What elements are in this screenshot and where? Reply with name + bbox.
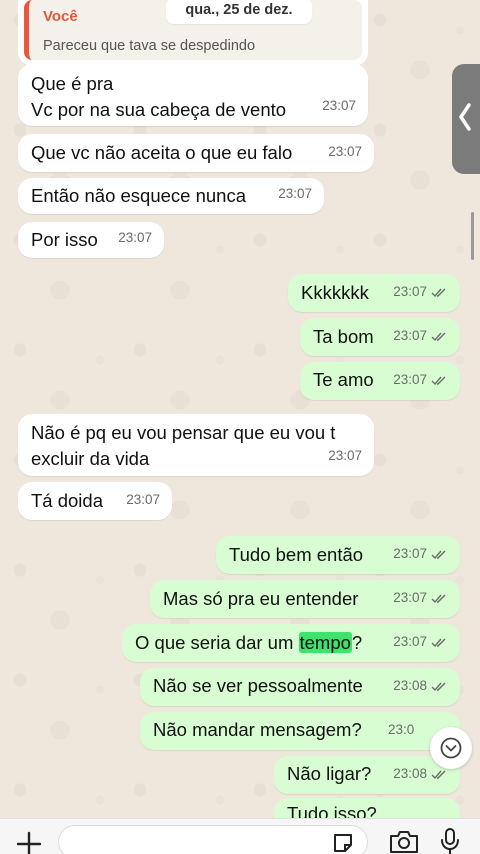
message-text: Ta bom — [313, 326, 374, 347]
message-time: 23:07 — [393, 328, 427, 343]
message-outgoing[interactable]: Kkkkkkk 23:07 — [288, 274, 460, 312]
scroll-to-bottom-button[interactable] — [430, 727, 472, 769]
message-time: 23:07 — [393, 590, 427, 605]
message-incoming[interactable]: Não é pq eu vou pensar que eu vou t excl… — [18, 414, 374, 476]
message-time: 23:07 — [393, 284, 427, 299]
message-outgoing[interactable]: O que seria dar um tempo? 23:07 — [122, 624, 460, 662]
message-time: 23:07 — [393, 634, 427, 649]
message-time: 23:08 — [393, 678, 427, 693]
chevron-left-icon — [459, 103, 471, 131]
message-time: 23:07 — [118, 230, 152, 245]
message-text: Tudo bem então — [229, 544, 364, 565]
message-text: excluir da vida — [31, 448, 150, 469]
double-check-icon — [431, 376, 446, 385]
message-text: Que é pra — [31, 73, 114, 94]
sticker-icon[interactable] — [331, 831, 355, 854]
message-text: Tá doida — [31, 490, 103, 511]
message-incoming[interactable]: Que vc não aceita o que eu falo 23:07 — [18, 134, 374, 172]
double-check-icon — [431, 638, 446, 647]
date-chip: qua., 25 de dez. — [166, 0, 312, 24]
message-input[interactable] — [58, 825, 368, 854]
message-text: O que seria dar um tempo? — [135, 631, 362, 655]
quote-text: Pareceu que tava se despedindo — [43, 38, 256, 54]
message-text: Vc por na sua cabeça de vento — [31, 99, 287, 120]
message-time: 23:07 — [322, 98, 356, 113]
message-text: Que vc não aceita o que eu falo — [31, 142, 293, 163]
message-text: Por isso — [31, 229, 98, 250]
message-text: Não se ver pessoalmente — [153, 675, 363, 696]
message-text: Kkkkkkk — [301, 282, 369, 303]
quote-author: Você — [43, 8, 78, 25]
message-time: 23:07 — [126, 492, 160, 507]
message-outgoing[interactable]: Mas só pra eu entender 23:07 — [150, 580, 460, 618]
camera-icon[interactable] — [388, 829, 420, 854]
message-incoming[interactable]: Por isso 23:07 — [18, 222, 164, 258]
message-text: Então não esquece nunca — [31, 185, 246, 206]
chat-area[interactable]: Você Pareceu que tava se despedindo qua.… — [0, 0, 480, 854]
message-outgoing[interactable]: Ta bom 23:07 — [300, 318, 460, 356]
message-input-bar — [0, 818, 480, 854]
message-time: 23:07 — [393, 546, 427, 561]
message-time: 23:07 — [328, 448, 362, 463]
double-check-icon — [431, 288, 446, 297]
message-incoming[interactable]: Que é pra Vc por na sua cabeça de vento … — [18, 64, 368, 126]
double-check-icon — [431, 332, 446, 341]
side-panel-handle[interactable] — [452, 64, 480, 174]
message-outgoing[interactable]: Não ligar? 23:08 — [274, 756, 460, 794]
message-text: Não ligar? — [287, 763, 372, 784]
message-incoming[interactable]: Tá doida 23:07 — [18, 482, 172, 520]
plus-icon[interactable] — [16, 831, 42, 854]
microphone-icon[interactable] — [440, 827, 460, 854]
double-check-icon — [431, 594, 446, 603]
message-text: Não mandar mensagem? — [153, 719, 362, 740]
message-outgoing[interactable]: Não se ver pessoalmente 23:08 — [140, 668, 460, 706]
message-outgoing[interactable]: Tudo bem então 23:07 — [216, 536, 460, 574]
double-check-icon — [431, 550, 446, 559]
message-outgoing[interactable]: Não mandar mensagem? 23:0 — [140, 712, 460, 750]
chevron-down-icon — [440, 737, 462, 759]
message-time: 23:0 — [388, 722, 415, 737]
double-check-icon — [431, 770, 446, 779]
message-time: 23:08 — [393, 766, 427, 781]
message-time: 23:07 — [328, 144, 362, 159]
message-incoming[interactable]: Então não esquece nunca 23:07 — [18, 178, 324, 214]
message-outgoing[interactable]: Te amo 23:07 — [300, 362, 460, 400]
double-check-icon — [431, 682, 446, 691]
message-text: Não é pq eu vou pensar que eu vou t — [31, 422, 336, 443]
scrollbar[interactable] — [471, 212, 474, 260]
message-time: 23:07 — [278, 186, 312, 201]
message-text-part: ? — [351, 632, 363, 653]
message-time: 23:07 — [393, 372, 427, 387]
search-highlight: tempo — [298, 632, 352, 653]
message-text: Te amo — [313, 369, 374, 390]
message-text: Mas só pra eu entender — [163, 588, 359, 609]
message-text-part: O que seria dar um — [135, 632, 299, 653]
